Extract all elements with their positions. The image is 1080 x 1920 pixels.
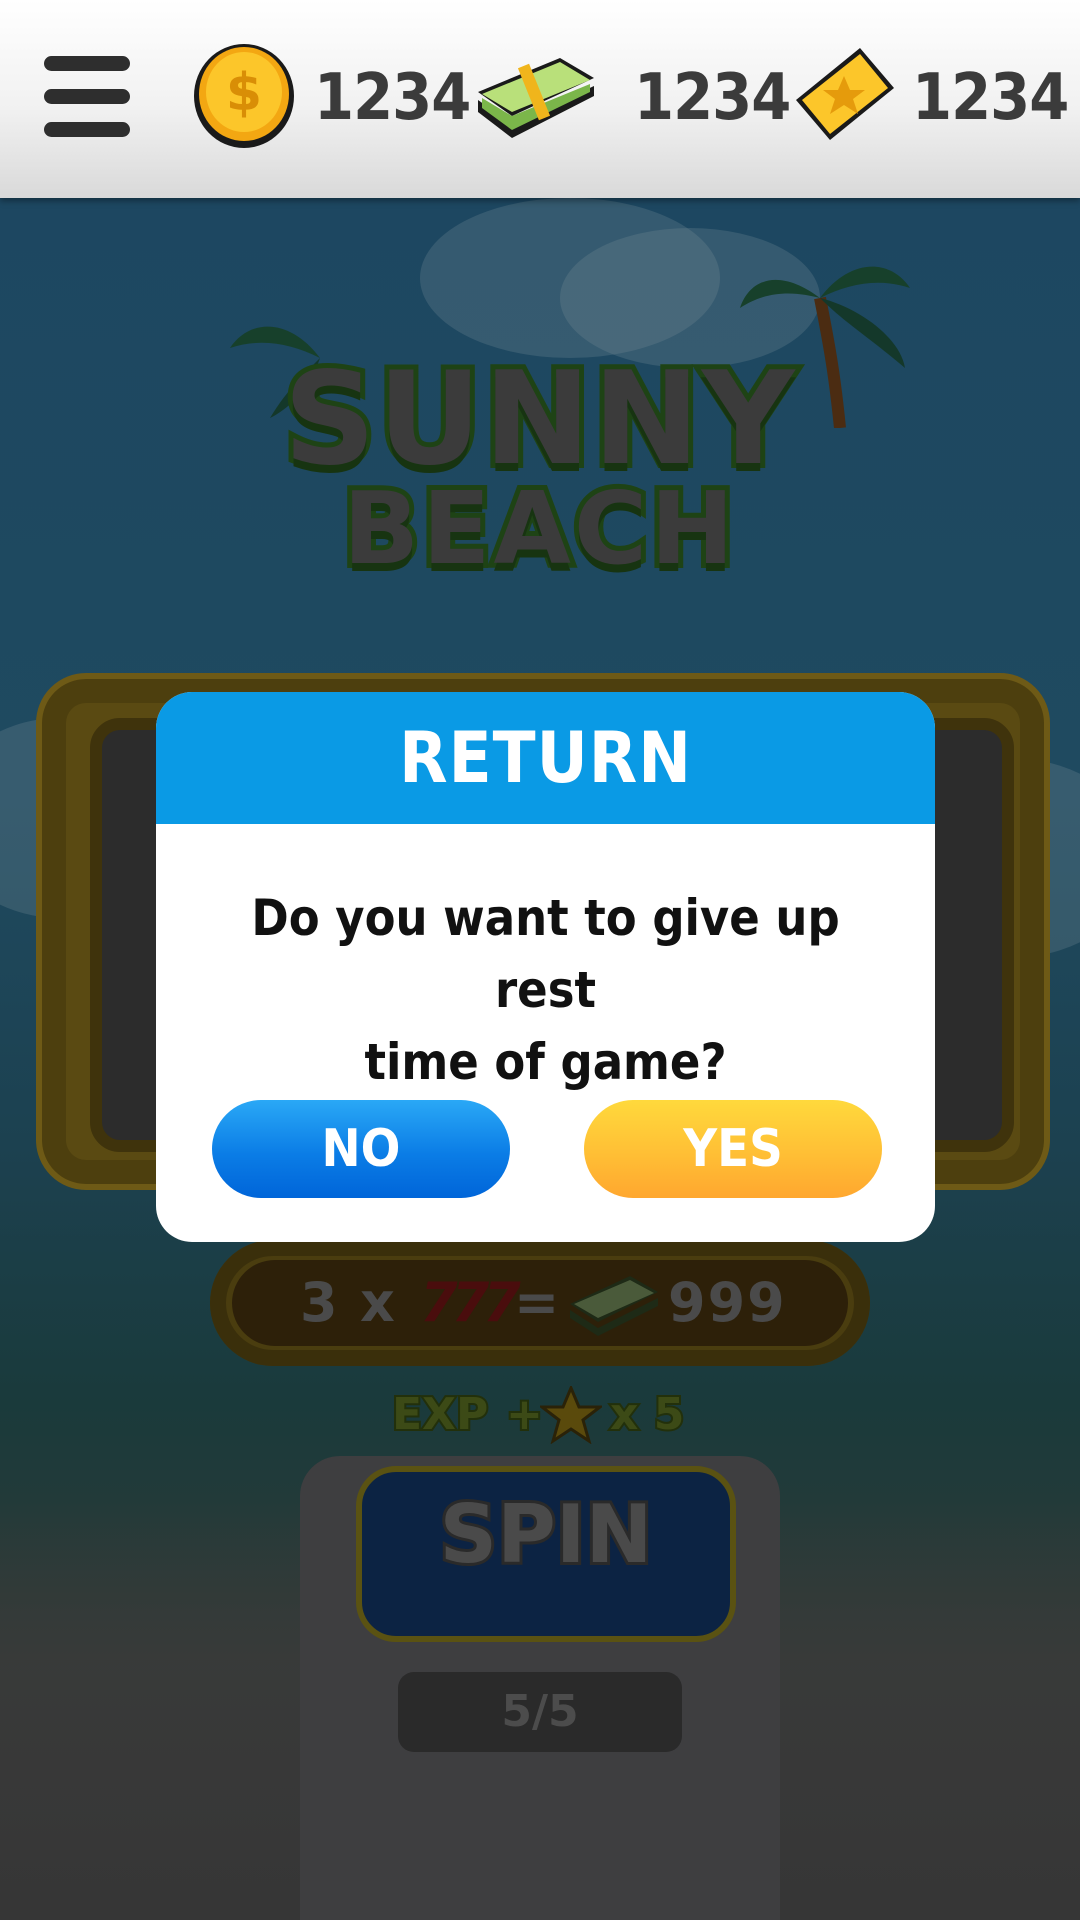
spins-remaining: 5/5 — [398, 1672, 682, 1752]
no-button[interactable]: NO — [212, 1100, 510, 1198]
cash-stack-icon — [478, 58, 594, 138]
dialog-message: Do you want to give up rest time of game… — [216, 882, 875, 1098]
reward-times: x — [360, 1271, 397, 1334]
svg-text:$: $ — [226, 63, 262, 123]
exp-multiplier: x 5 — [608, 1388, 686, 1442]
triple-seven-icon: 777 — [420, 1271, 521, 1334]
reward-equals: = — [514, 1271, 562, 1334]
cash-value: 1234 — [634, 61, 791, 135]
dialog-message-line1: Do you want to give up rest — [251, 889, 840, 1019]
exp-label: EXP — [390, 1388, 490, 1442]
dialog-header: RETURN — [156, 692, 935, 824]
cash-stack-icon — [570, 1276, 658, 1336]
exp-plus: + — [504, 1388, 545, 1442]
hamburger-menu-icon[interactable] — [44, 52, 130, 142]
top-bar: $ 1234 1234 1234 — [0, 0, 1080, 198]
dialog-title: RETURN — [399, 717, 692, 799]
star-ticket-icon — [796, 48, 894, 140]
spin-label: SPIN — [437, 1485, 656, 1584]
yes-button[interactable]: YES — [584, 1100, 882, 1198]
reward-amount: 999 — [668, 1271, 787, 1334]
tickets-value: 1234 — [912, 61, 1069, 135]
coins-value: 1234 — [314, 61, 471, 135]
logo-beach: BEACH — [338, 465, 739, 592]
star-icon — [540, 1386, 602, 1444]
reward-count: 3 — [300, 1271, 340, 1334]
return-dialog: RETURN Do you want to give up rest time … — [156, 692, 935, 1242]
dialog-message-line2: time of game? — [364, 1033, 727, 1091]
gold-coin-icon: $ — [194, 44, 294, 148]
